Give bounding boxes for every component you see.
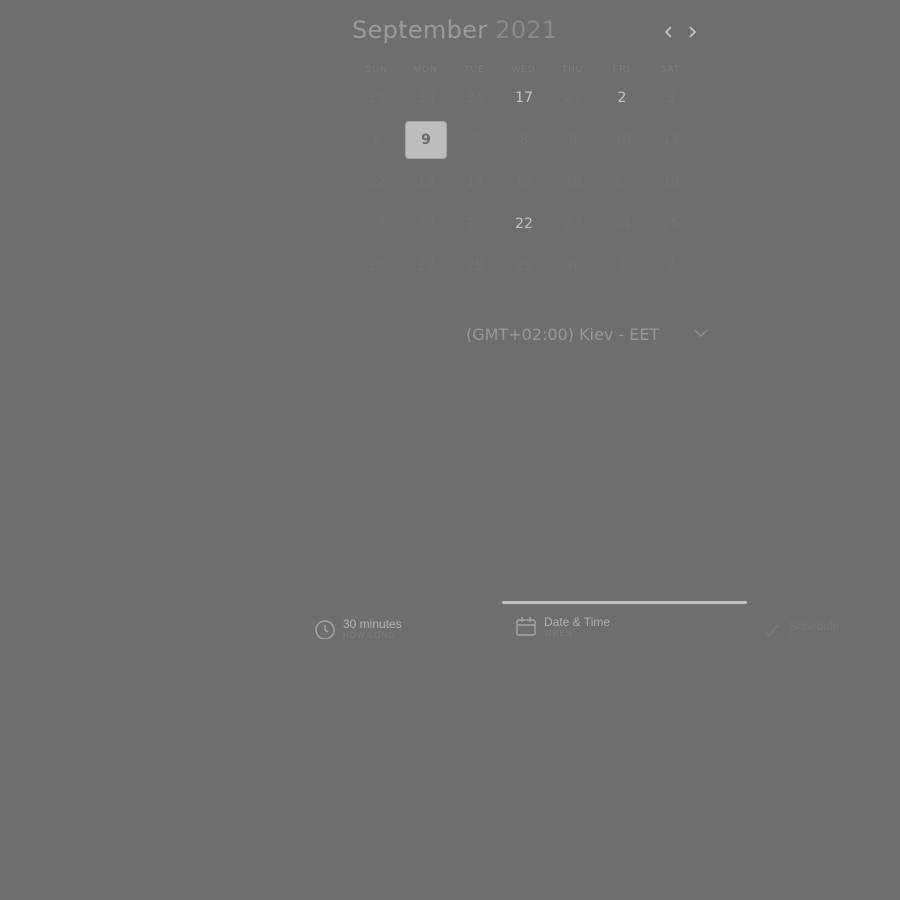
- weekday-label: TUE: [464, 64, 485, 74]
- check-icon: [763, 624, 779, 638]
- calendar-day-unavailable: 9: [568, 132, 578, 148]
- calendar-day-unavailable: 17: [613, 174, 631, 190]
- calendar-day-unavailable: 30: [564, 258, 582, 274]
- calendar-day-unavailable: 29: [368, 90, 386, 106]
- calendar-day-unavailable: 27: [564, 90, 582, 106]
- year-label: 2021: [495, 16, 558, 44]
- month-label: September: [352, 16, 488, 44]
- weekday-label: MON: [413, 64, 438, 74]
- next-month-button[interactable]: [683, 22, 701, 42]
- step-duration-title: 30 minutes: [343, 617, 402, 631]
- step-schedule-subtitle: DONE: [789, 633, 817, 642]
- calendar-day-unavailable: 7: [470, 132, 480, 148]
- calendar-day-unavailable: 23: [564, 216, 582, 232]
- calendar-day-unavailable: 19: [368, 216, 386, 232]
- chevron-left-icon: [664, 26, 672, 38]
- calendar-day-unavailable: 20: [417, 216, 435, 232]
- calendar-day-available[interactable]: 2: [601, 79, 643, 117]
- step-schedule-title: Schedule: [789, 619, 840, 633]
- step-date-time-title: Date & Time: [544, 615, 611, 629]
- calendar-day-unavailable: 21: [466, 216, 484, 232]
- step-date-time: Date & Time WHEN: [515, 615, 610, 639]
- month-year-title: September 2021: [352, 16, 558, 44]
- calendar-icon: [516, 617, 536, 636]
- timezone-select[interactable]: (GMT+02:00) Kiev - EET: [466, 322, 716, 346]
- weekday-label: THU: [561, 64, 584, 74]
- calendar-day-unavailable: 27: [417, 258, 435, 274]
- calendar-day-unavailable: 2: [666, 258, 676, 274]
- booking-overlay: September 2021 SUN MON TUE WED THU FRI SAT 29 3…: [0, 0, 900, 900]
- calendar-day-unavailable: 10: [613, 132, 631, 148]
- calendar-day-unavailable: 14: [466, 174, 484, 190]
- chevron-right-icon: [689, 26, 697, 38]
- calendar-day-unavailable: 30: [417, 90, 435, 106]
- calendar-day-unavailable: 3: [666, 90, 676, 106]
- calendar-day-unavailable: 24: [613, 216, 631, 232]
- calendar-day-unavailable: 1: [617, 258, 627, 274]
- calendar-day-unavailable: 25: [662, 216, 680, 232]
- previous-month-button[interactable]: [660, 22, 678, 42]
- calendar-day-unavailable: 15: [515, 174, 533, 190]
- calendar-day-available[interactable]: 22: [503, 205, 545, 243]
- weekday-label: WED: [511, 64, 536, 74]
- step-duration: 30 minutes HOW LONG: [314, 617, 402, 641]
- calendar-day-selected[interactable]: 9: [405, 121, 447, 159]
- calendar-day-unavailable: 18: [662, 174, 680, 190]
- calendar-day-unavailable: 11: [662, 132, 680, 148]
- calendar-day-unavailable: 26: [368, 258, 386, 274]
- step-progress-bar: [502, 601, 747, 604]
- timezone-label: (GMT+02:00) Kiev - EET: [466, 324, 660, 344]
- step-date-time-subtitle: WHEN: [544, 629, 573, 638]
- weekday-label: SAT: [660, 64, 681, 74]
- calendar-day-unavailable: 13: [417, 174, 435, 190]
- calendar-day-unavailable: 8: [519, 132, 529, 148]
- step-schedule: Schedule DONE: [760, 619, 839, 643]
- chevron-down-icon: [694, 329, 708, 337]
- calendar-day-unavailable: 31: [466, 90, 484, 106]
- calendar-day-unavailable: 28: [466, 258, 484, 274]
- calendar-day-unavailable: 5: [372, 132, 382, 148]
- calendar-day-available[interactable]: 17: [503, 79, 545, 117]
- calendar-day-unavailable: 16: [564, 174, 582, 190]
- weekday-label: FRI: [612, 64, 631, 74]
- weekday-label: SUN: [365, 64, 388, 74]
- calendar-day-unavailable: 12: [368, 174, 386, 190]
- calendar-day-unavailable: 29: [515, 258, 533, 274]
- step-duration-subtitle: HOW LONG: [343, 631, 396, 640]
- clock-icon: [315, 620, 335, 639]
